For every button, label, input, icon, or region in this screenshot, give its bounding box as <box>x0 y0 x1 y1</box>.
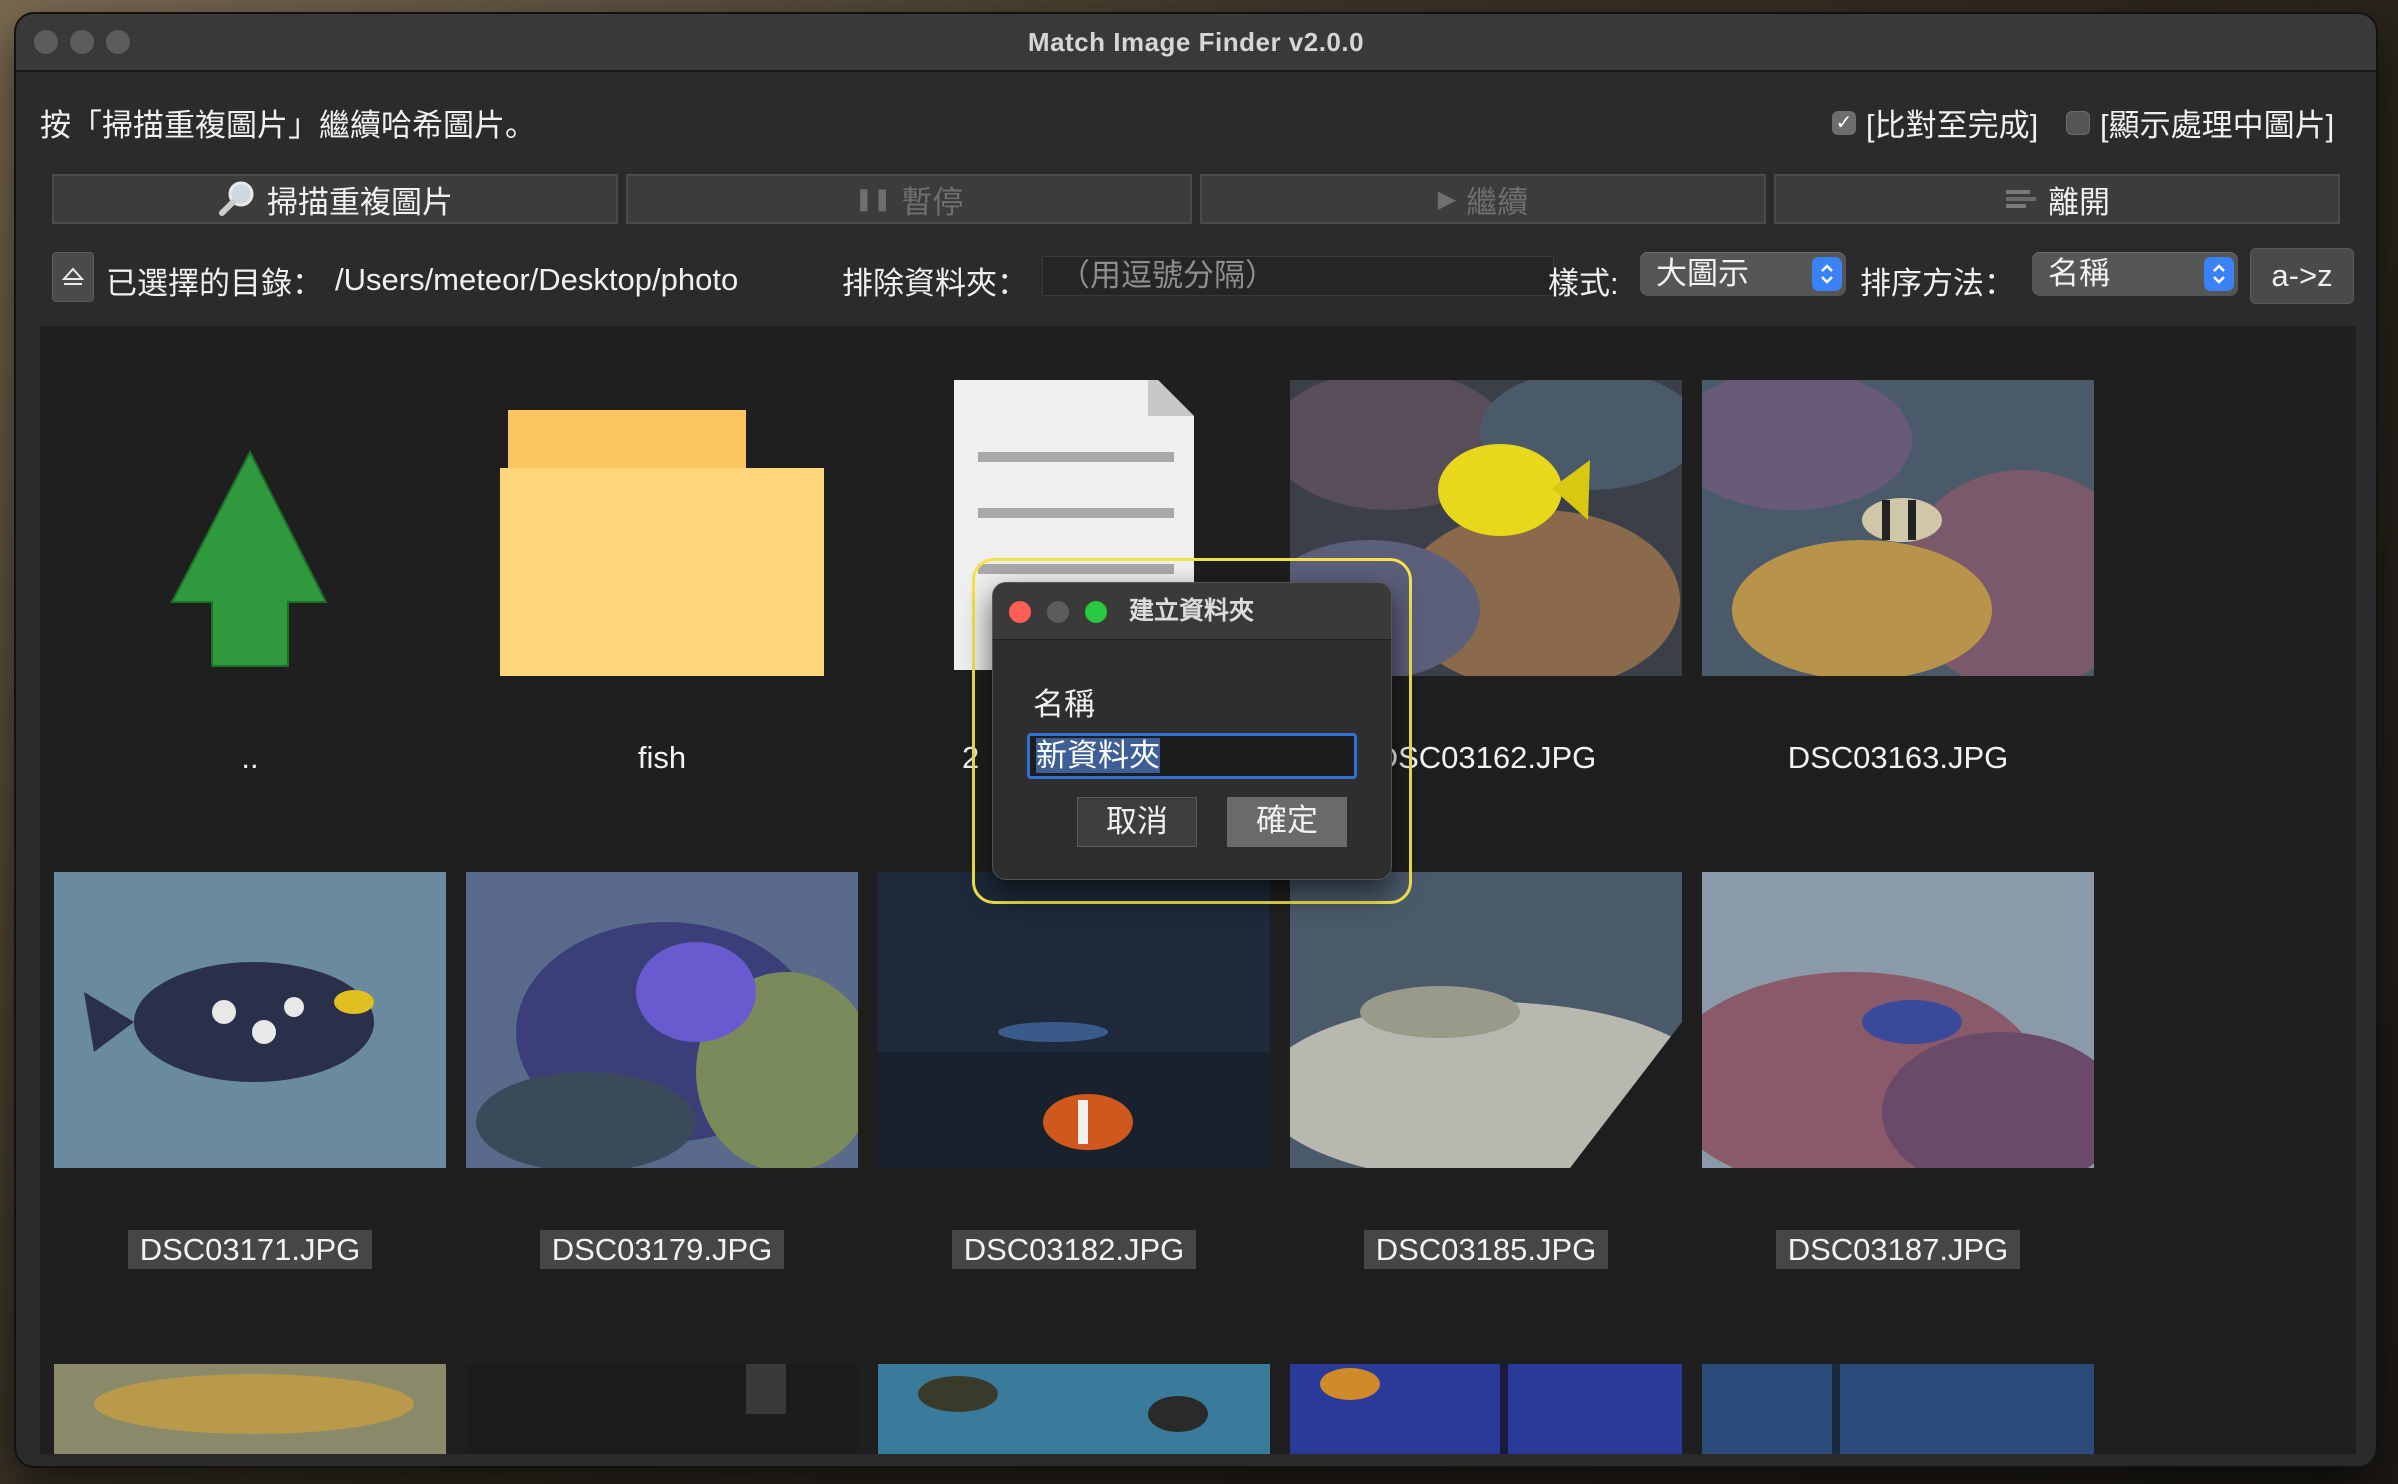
photo-thumbnail <box>1702 872 2094 1168</box>
selected-directory-label: 已選擇的目錄： <box>106 265 323 301</box>
magnifier-icon <box>219 181 254 216</box>
resume-label: 繼續 <box>1466 184 1529 220</box>
pause-icon: ❚❚ <box>854 186 892 211</box>
item-label: DSC03179.JPG <box>466 1230 858 1269</box>
folder-name-value: 新資料夾 <box>1036 738 1160 773</box>
photo-thumbnail <box>1290 1364 1682 1454</box>
sort-order-button[interactable]: a->z <box>2250 248 2354 304</box>
show-processing-label: [顯示處理中圖片] <box>2100 108 2335 143</box>
status-message: 按「掃描重複圖片」繼續哈希圖片。 <box>40 108 536 143</box>
dialog-close-button[interactable] <box>1009 601 1031 623</box>
selected-directory-path: /Users/meteor/Desktop/photo <box>335 262 739 297</box>
scan-duplicates-button[interactable]: 掃描重複圖片 <box>52 174 618 224</box>
folder-name-input[interactable]: 新資料夾 <box>1027 733 1357 779</box>
pause-button[interactable]: ❚❚ 暫停 <box>626 174 1192 224</box>
style-label: 樣式: <box>1548 265 1619 301</box>
compare-to-completion-label: [比對至完成] <box>1866 108 2039 143</box>
item-label: DSC03187.JPG <box>1702 1230 2094 1269</box>
photo-thumbnail <box>1290 872 1682 1168</box>
exclude-folders-input[interactable]: （用逗號分隔） <box>1042 256 1554 296</box>
play-icon: ▶ <box>1437 185 1457 213</box>
show-processing-checkbox[interactable] <box>2066 110 2090 135</box>
folder-icon <box>500 410 824 676</box>
style-select[interactable]: 大圖示 <box>1640 252 1846 296</box>
compare-to-completion-checkbox[interactable]: ✓ <box>1832 110 1856 135</box>
sort-label: 排序方法： <box>1860 265 2015 301</box>
pause-label: 暫停 <box>901 184 964 220</box>
photo-thumbnail <box>54 872 446 1168</box>
photo-thumbnail <box>1702 380 2094 676</box>
item-label: DSC03182.JPG <box>878 1230 1270 1269</box>
window-title: Match Image Finder v2.0.0 <box>1027 27 1365 57</box>
sort-select[interactable]: 名稱 <box>2032 252 2238 296</box>
item-label: DSC03171.JPG <box>54 1230 446 1269</box>
up-arrow-icon <box>170 449 328 667</box>
chevron-updown-icon <box>1812 257 1842 291</box>
eject-icon <box>61 267 85 285</box>
resume-button[interactable]: ▶ 繼續 <box>1200 174 1766 224</box>
title-bar: Match Image Finder v2.0.0 <box>16 14 2376 72</box>
sort-select-value: 名稱 <box>2048 256 2110 291</box>
chevron-updown-icon <box>2204 257 2234 291</box>
photo-thumbnail <box>466 872 858 1168</box>
item-label: DSC03163.JPG <box>1787 740 2009 775</box>
item-label: .. <box>241 740 259 775</box>
folder-name-label: 名稱 <box>1033 687 1095 722</box>
quit-button[interactable]: 離開 <box>1774 174 2340 224</box>
choose-directory-button[interactable] <box>52 252 94 302</box>
dialog-zoom-button[interactable] <box>1085 601 1107 623</box>
item-label: DSC03185.JPG <box>1290 1230 1682 1269</box>
quit-icon <box>2006 190 2036 208</box>
exclude-folders-label: 排除資料夾： <box>842 265 1028 301</box>
quit-label: 離開 <box>2048 184 2110 220</box>
create-folder-dialog: 建立資料夾 名稱 新資料夾 取消 確定 <box>992 582 1392 880</box>
show-processing-option[interactable]: [顯示處理中圖片] <box>2066 100 2334 145</box>
dialog-minimize-button[interactable] <box>1047 601 1069 623</box>
photo-thumbnail <box>878 1364 1270 1454</box>
dialog-title: 建立資料夾 <box>1129 597 1255 625</box>
cancel-button[interactable]: 取消 <box>1077 797 1197 847</box>
style-select-value: 大圖示 <box>1656 256 1749 291</box>
selected-directory: 已選擇的目錄： /Users/meteor/Desktop/photo <box>106 250 738 310</box>
photo-thumbnail <box>1702 1364 2094 1454</box>
photo-thumbnail <box>54 1364 446 1454</box>
scan-duplicates-label: 掃描重複圖片 <box>267 184 453 220</box>
confirm-button[interactable]: 確定 <box>1227 797 1347 847</box>
item-label: fish <box>637 740 687 775</box>
dialog-title-bar: 建立資料夾 <box>993 583 1391 640</box>
photo-thumbnail <box>466 1364 858 1454</box>
compare-to-completion-option[interactable]: ✓ [比對至完成] <box>1832 100 2038 145</box>
app-window: Match Image Finder v2.0.0 按「掃描重複圖片」繼續哈希圖… <box>16 14 2376 1466</box>
photo-thumbnail <box>878 872 1270 1168</box>
